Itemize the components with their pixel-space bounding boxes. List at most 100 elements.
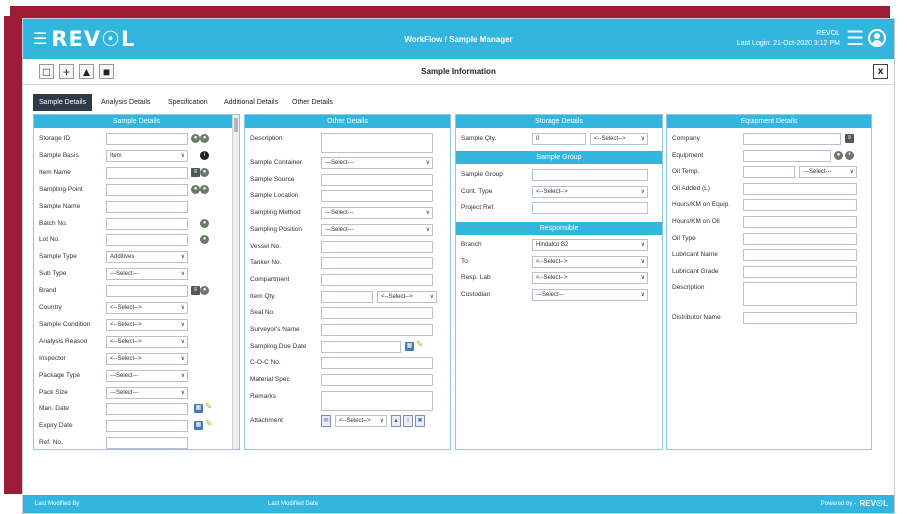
field-label: Sample Condition <box>39 320 91 328</box>
seal-no-input[interactable] <box>321 307 433 320</box>
settings-icon[interactable]: ● <box>200 235 209 245</box>
calendar-icon[interactable]: ▦ <box>405 341 414 351</box>
equipment-input[interactable] <box>743 149 831 162</box>
lot-no-input[interactable] <box>106 234 188 247</box>
search-icon[interactable]: ● <box>191 184 200 194</box>
batch-no-input[interactable] <box>106 217 188 230</box>
edit-pencil-icon[interactable]: ✎ <box>204 419 213 428</box>
pack-size-select[interactable]: ---Select--- <box>106 386 188 399</box>
surveyor-s-name-input[interactable] <box>321 324 433 336</box>
tab-sample-details[interactable]: Sample Details <box>33 94 93 111</box>
project-ref-input[interactable] <box>532 202 648 214</box>
list-icon[interactable]: ≡ <box>191 286 200 296</box>
edit-pencil-icon[interactable]: ✎ <box>204 402 213 411</box>
close-button[interactable]: x <box>873 64 888 79</box>
sample-type-select[interactable]: Additives <box>106 251 188 264</box>
country-select[interactable]: <--Select--> <box>106 302 188 314</box>
sample-details-panel: Sample Details Storage ID ● ● Sample Basis I… <box>33 114 240 450</box>
distributor-name-input[interactable] <box>743 312 857 325</box>
field-label: Tanker No. <box>250 259 282 267</box>
info-icon[interactable]: i <box>200 150 209 160</box>
oil-temp-unit-select[interactable]: ---Select--- <box>799 166 857 179</box>
material-spec-input[interactable] <box>321 374 433 387</box>
search-icon[interactable]: ● <box>191 134 200 143</box>
sample-source-input[interactable] <box>321 173 433 186</box>
settings-icon[interactable]: ● <box>200 167 209 177</box>
lubricant-grade-input[interactable] <box>743 265 857 278</box>
expiry-date-input[interactable] <box>106 420 188 433</box>
tab-analysis-details[interactable]: Analysis Details <box>95 94 156 111</box>
settings-icon[interactable]: ● <box>200 218 209 228</box>
delete-icon[interactable]: ✖ <box>415 414 425 427</box>
sample-basis-select[interactable]: Item <box>106 149 188 162</box>
man-date-input[interactable] <box>106 403 188 416</box>
hours-km-on-oil-input[interactable] <box>743 216 857 228</box>
field-label: Brand <box>39 287 57 295</box>
item-name-input[interactable] <box>106 166 188 179</box>
settings-icon[interactable]: ● <box>200 134 209 143</box>
calendar-icon[interactable]: ▦ <box>194 421 203 431</box>
settings-icon[interactable]: ● <box>200 184 209 194</box>
company-input[interactable] <box>743 133 841 145</box>
sample-location-input[interactable] <box>321 190 433 203</box>
branch-select[interactable]: Hindalco B2 <box>532 239 648 251</box>
to-select[interactable]: <--Select--> <box>532 255 648 268</box>
description-input[interactable] <box>321 133 433 153</box>
calendar-icon[interactable]: ▦ <box>194 404 203 414</box>
attachment-select[interactable]: <--Select--> <box>335 414 387 427</box>
list-icon[interactable]: ≡ <box>191 167 200 177</box>
tab-other-details[interactable]: Other Details <box>286 94 339 111</box>
lubricant-name-input[interactable] <box>743 249 857 262</box>
package-type-select[interactable]: ---Select--- <box>106 369 188 382</box>
oil-temp-input[interactable] <box>743 166 795 179</box>
tab-additional-details[interactable]: Additional Details <box>218 94 284 111</box>
sample-qty-input[interactable]: 0 <box>532 133 586 145</box>
c-o-c-no-input[interactable] <box>321 357 433 370</box>
resp-lab-select[interactable]: <--Select--> <box>532 272 648 284</box>
oil-type-input[interactable] <box>743 232 857 245</box>
info-icon[interactable]: i <box>403 414 413 427</box>
search-icon[interactable]: ● <box>834 150 843 160</box>
sampling-due-date-input[interactable] <box>321 340 401 353</box>
field-row-country: Country <--Select--> <box>34 302 239 315</box>
sampling-method-select[interactable]: ---Select--- <box>321 207 433 220</box>
hours-km-on-equip-input[interactable] <box>743 199 857 212</box>
last-modified-by: Last Modified By <box>35 501 80 507</box>
settings-icon[interactable]: ● <box>200 286 209 296</box>
storage-id-input[interactable] <box>106 133 188 145</box>
sampling-point-input[interactable] <box>106 183 188 196</box>
list-icon[interactable]: ≡ <box>845 134 854 143</box>
sample-group-input[interactable] <box>532 169 648 181</box>
brand-input[interactable] <box>106 285 188 298</box>
inspector-select[interactable]: <--Select--> <box>106 352 188 365</box>
sample-qty-unit-select[interactable]: <--Select--> <box>590 133 648 145</box>
tab-specification[interactable]: Specification <box>162 94 214 111</box>
sampling-position-select[interactable]: ---Select--- <box>321 223 433 236</box>
remarks-input[interactable] <box>321 390 433 411</box>
sample-name-input[interactable] <box>106 200 188 213</box>
ref-no-input[interactable] <box>106 437 188 449</box>
sub-type-select[interactable]: ---Select--- <box>106 268 188 281</box>
item-qty-input[interactable] <box>321 290 373 303</box>
compartment-input[interactable] <box>321 273 433 286</box>
custodian-select[interactable]: ---Select--- <box>532 288 648 301</box>
tanker-no-input[interactable] <box>321 257 433 270</box>
menu-icon[interactable]: ☰ <box>846 29 864 49</box>
vessel-no-input[interactable] <box>321 240 433 253</box>
field-label: Sample Source <box>250 175 295 183</box>
edit-pencil-icon[interactable]: ✎ <box>415 339 424 349</box>
sample-container-select[interactable]: ---Select--- <box>321 157 433 169</box>
description-input[interactable] <box>743 282 857 307</box>
item-qty-unit-select[interactable]: <--Select--> <box>377 290 437 303</box>
field-label: Equipment <box>672 151 704 159</box>
cont-type-select[interactable]: <--Select--> <box>532 185 648 198</box>
analysis-reason-select[interactable]: <--Select--> <box>106 335 188 348</box>
attach-icon[interactable]: ✉ <box>321 414 331 427</box>
sample-condition-select[interactable]: <--Select--> <box>106 318 188 331</box>
user-avatar-icon[interactable] <box>868 29 886 47</box>
add-equipment-icon[interactable]: + <box>845 150 854 160</box>
field-label: Cont. Type <box>461 187 493 195</box>
oil-added-l-input[interactable] <box>743 182 857 195</box>
field-label: Sample Qty. <box>461 135 497 142</box>
upload-icon[interactable]: ▲ <box>391 414 401 427</box>
